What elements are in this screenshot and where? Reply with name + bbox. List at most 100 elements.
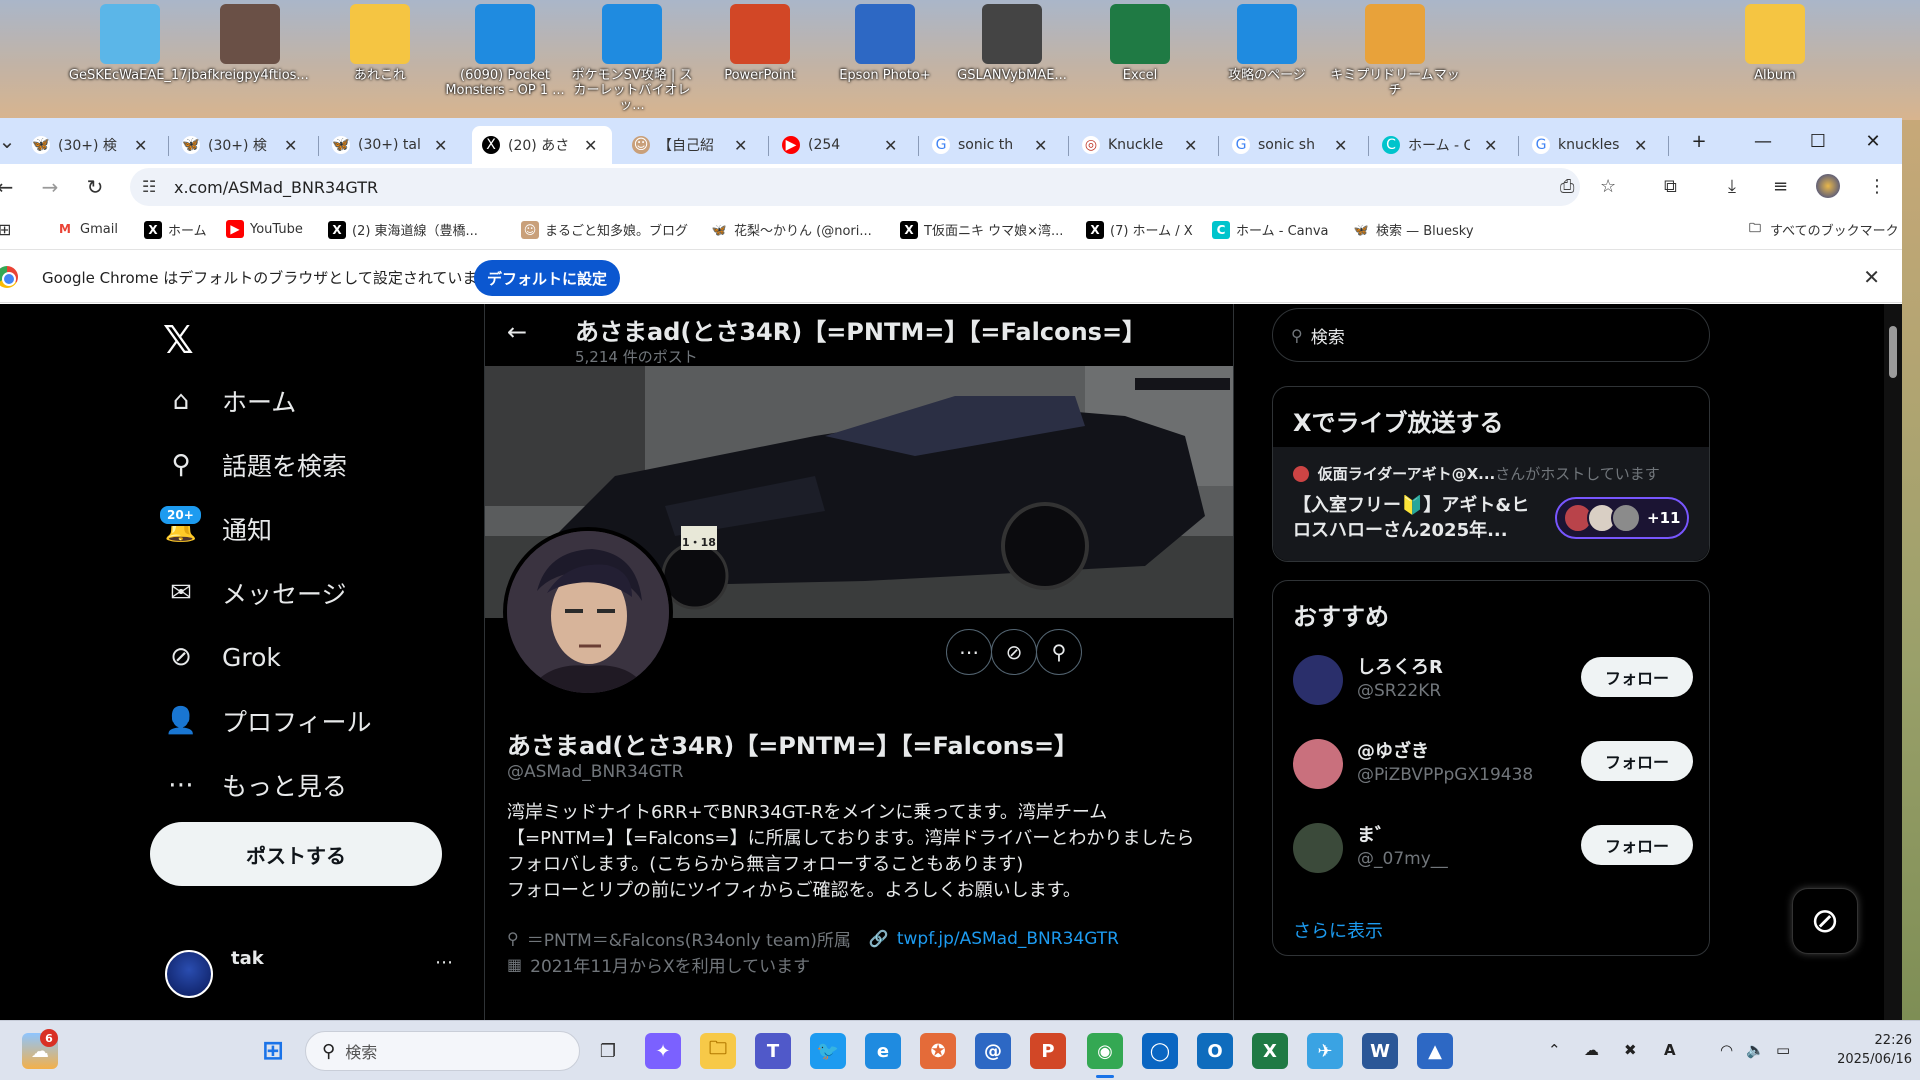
nav-item-more-circle[interactable]: ⋯ もっと見る — [164, 760, 347, 810]
wifi-icon[interactable]: ◠ — [1720, 1041, 1733, 1059]
browser-tab[interactable]: Gsonic sh ✕ — [1222, 126, 1362, 164]
word-icon[interactable]: W — [1362, 1033, 1398, 1069]
desktop-icon[interactable]: Epson Photo+ — [820, 4, 950, 114]
desktop-icon[interactable]: Album — [1710, 4, 1840, 114]
follow-button[interactable]: フォロー — [1581, 657, 1693, 697]
copilot-icon[interactable]: ✦ — [645, 1033, 681, 1069]
tab-close-icon[interactable]: ✕ — [434, 136, 447, 155]
more-options-icon[interactable]: ⋯ — [946, 629, 992, 675]
mail-app-icon[interactable]: @ — [975, 1033, 1011, 1069]
desktop-icon[interactable]: bafkreigpy4ftios... — [185, 4, 315, 114]
browser-tab[interactable]: 🦋 (30+) 検 ✕ — [172, 126, 312, 164]
recommend-user[interactable]: ま゛ @_07my__ フォロー — [1293, 817, 1693, 887]
new-tab-button[interactable]: + — [1676, 126, 1722, 156]
desktop-icon[interactable]: あれこれ — [315, 4, 445, 114]
nav-item-person[interactable]: 👤 プロフィール — [164, 696, 372, 746]
browser-tab[interactable]: X (20) あさ ✕ — [472, 126, 612, 164]
tab-close-icon[interactable]: ✕ — [884, 136, 897, 155]
desktop-icon[interactable]: GSLANVybMAE... — [947, 4, 1077, 114]
profile-avatar[interactable] — [1816, 174, 1840, 198]
tab-close-icon[interactable]: ✕ — [1484, 136, 1497, 155]
download-icon[interactable]: ⤓ — [1728, 176, 1736, 197]
bookmark-item[interactable]: C ホーム - Canva — [1212, 220, 1329, 239]
infobar-close-icon[interactable]: ✕ — [1863, 265, 1880, 289]
nav-item-mail[interactable]: ✉ メッセージ — [164, 568, 346, 618]
app-tray-icon[interactable]: ✖ — [1624, 1041, 1637, 1059]
nav-item-grok[interactable]: ⊘ Grok — [164, 632, 281, 682]
all-bookmarks-folder[interactable]: 🗀 すべてのブックマーク — [1746, 220, 1899, 239]
desktop-icon[interactable]: GeSKEcWaEAE_17j — [65, 4, 195, 114]
bookmark-item[interactable]: X ホーム — [144, 220, 207, 239]
bookmark-item[interactable]: 🦋 花梨～かりん (@nori... — [710, 220, 872, 239]
nav-item-home[interactable]: ⌂ ホーム — [164, 376, 297, 426]
x-search-input[interactable]: ⚲ 検索 — [1272, 308, 1710, 362]
tab-close-icon[interactable]: ✕ — [134, 136, 147, 155]
desktop-icon[interactable]: PowerPoint — [695, 4, 825, 114]
back-button[interactable]: ← — [0, 172, 20, 202]
start-button-icon[interactable]: ⊞ — [255, 1033, 291, 1069]
browser-tab[interactable]: Gknuckles ✕ — [1522, 126, 1662, 164]
browser-tab[interactable]: 🦋 (30+) 検 ✕ — [22, 126, 162, 164]
excel-icon[interactable]: X — [1252, 1033, 1288, 1069]
site-info-icon[interactable]: ☷ — [142, 177, 156, 196]
taskbar-search[interactable]: ⚲ 検索 — [305, 1031, 580, 1071]
bookmark-star-icon[interactable]: ☆ — [1600, 176, 1616, 197]
desktop-icon[interactable]: キミプリドリームマッチ — [1330, 4, 1460, 114]
browser-tab[interactable]: 🦋 (30+) tal ✕ — [322, 126, 462, 164]
bookmark-item[interactable]: X (7) ホーム / X — [1086, 220, 1193, 239]
bookmark-item[interactable]: X T仮面ニキ ウマ娘×湾... — [900, 220, 1063, 239]
extensions-icon[interactable]: ⧉ — [1664, 176, 1677, 197]
post-button[interactable]: ポストする — [150, 822, 442, 886]
app-icon[interactable]: ✪ — [920, 1033, 956, 1069]
tab-close-icon[interactable]: ✕ — [284, 136, 297, 155]
maps-icon[interactable]: ✈ — [1307, 1033, 1343, 1069]
tab-close-icon[interactable]: ✕ — [1634, 136, 1647, 155]
ime-icon[interactable]: A — [1664, 1041, 1676, 1059]
tab-close-icon[interactable]: ✕ — [734, 136, 747, 155]
photo-app-icon[interactable]: ▲ — [1417, 1033, 1453, 1069]
reload-button[interactable]: ↻ — [80, 172, 110, 202]
show-more-link[interactable]: さらに表示 — [1293, 917, 1383, 943]
speaker-icon[interactable]: 🔈 — [1746, 1041, 1765, 1059]
apps-grid-icon[interactable]: ⊞ — [0, 220, 11, 239]
bookmark-item[interactable]: ☺ まるごと知多娘。ブログ — [521, 220, 688, 239]
outlook-icon[interactable]: O — [1197, 1033, 1233, 1069]
desktop-icon[interactable]: (6090) Pocket Monsters - OP 1 ... — [440, 4, 570, 114]
install-app-icon[interactable]: ⎙ — [1560, 176, 1574, 197]
back-arrow-icon[interactable]: ← — [507, 318, 527, 346]
browser-tab[interactable]: Gsonic th ✕ — [922, 126, 1062, 164]
account-switcher[interactable]: tak ⋯ — [165, 940, 465, 1000]
bookmark-item[interactable]: 🦋 検索 — Bluesky — [1352, 220, 1474, 239]
minimize-button[interactable]: — — [1740, 126, 1786, 156]
browser-tab[interactable]: C ホーム - C ✕ — [1372, 126, 1512, 164]
address-bar[interactable]: ☷ x.com/ASMad_BNR34GTR — [130, 168, 1580, 206]
onedrive-icon[interactable]: ☁ — [1584, 1041, 1599, 1059]
search-profile-icon[interactable]: ⚲ — [1036, 629, 1082, 675]
follow-button[interactable]: フォロー — [1581, 741, 1693, 781]
chrome-icon[interactable]: ◉ — [1087, 1033, 1123, 1069]
teams-icon[interactable]: T — [755, 1033, 791, 1069]
browser-tab[interactable]: ☺ 【自己紹 ✕ — [622, 126, 762, 164]
recommend-user[interactable]: @ゆざき @PiZBVPPpGX19438 フォロー — [1293, 733, 1693, 803]
task-view-icon[interactable]: ❐ — [590, 1033, 626, 1069]
set-default-button[interactable]: デフォルトに設定 — [474, 260, 620, 296]
cortana-icon[interactable]: ◯ — [1142, 1033, 1178, 1069]
media-controls-icon[interactable]: ≡ — [1773, 176, 1788, 197]
tab-search-icon[interactable]: ⌄ — [0, 126, 22, 156]
grok-profile-icon[interactable]: ⊘ — [991, 629, 1037, 675]
x-logo-icon[interactable]: 𝕏 — [163, 318, 194, 362]
scrollbar-thumb[interactable] — [1889, 326, 1897, 378]
follow-button[interactable]: フォロー — [1581, 825, 1693, 865]
menu-kebab-icon[interactable]: ⋮ — [1868, 176, 1886, 197]
account-more-icon[interactable]: ⋯ — [435, 952, 453, 973]
grok-float-button[interactable]: ⊘ — [1792, 888, 1858, 954]
tray-overflow-icon[interactable]: ⌃ — [1548, 1041, 1561, 1059]
bookmark-item[interactable]: M Gmail — [56, 220, 118, 238]
forward-button[interactable]: → — [35, 172, 65, 202]
live-listeners-pill[interactable]: +11 — [1555, 497, 1689, 539]
edge-icon[interactable]: e — [865, 1033, 901, 1069]
file-explorer-icon[interactable]: 🗀 — [700, 1033, 736, 1069]
tab-close-icon[interactable]: ✕ — [584, 136, 597, 155]
page-scrollbar[interactable] — [1884, 304, 1902, 1020]
browser-tab[interactable]: ◎ Knuckle ✕ — [1072, 126, 1212, 164]
